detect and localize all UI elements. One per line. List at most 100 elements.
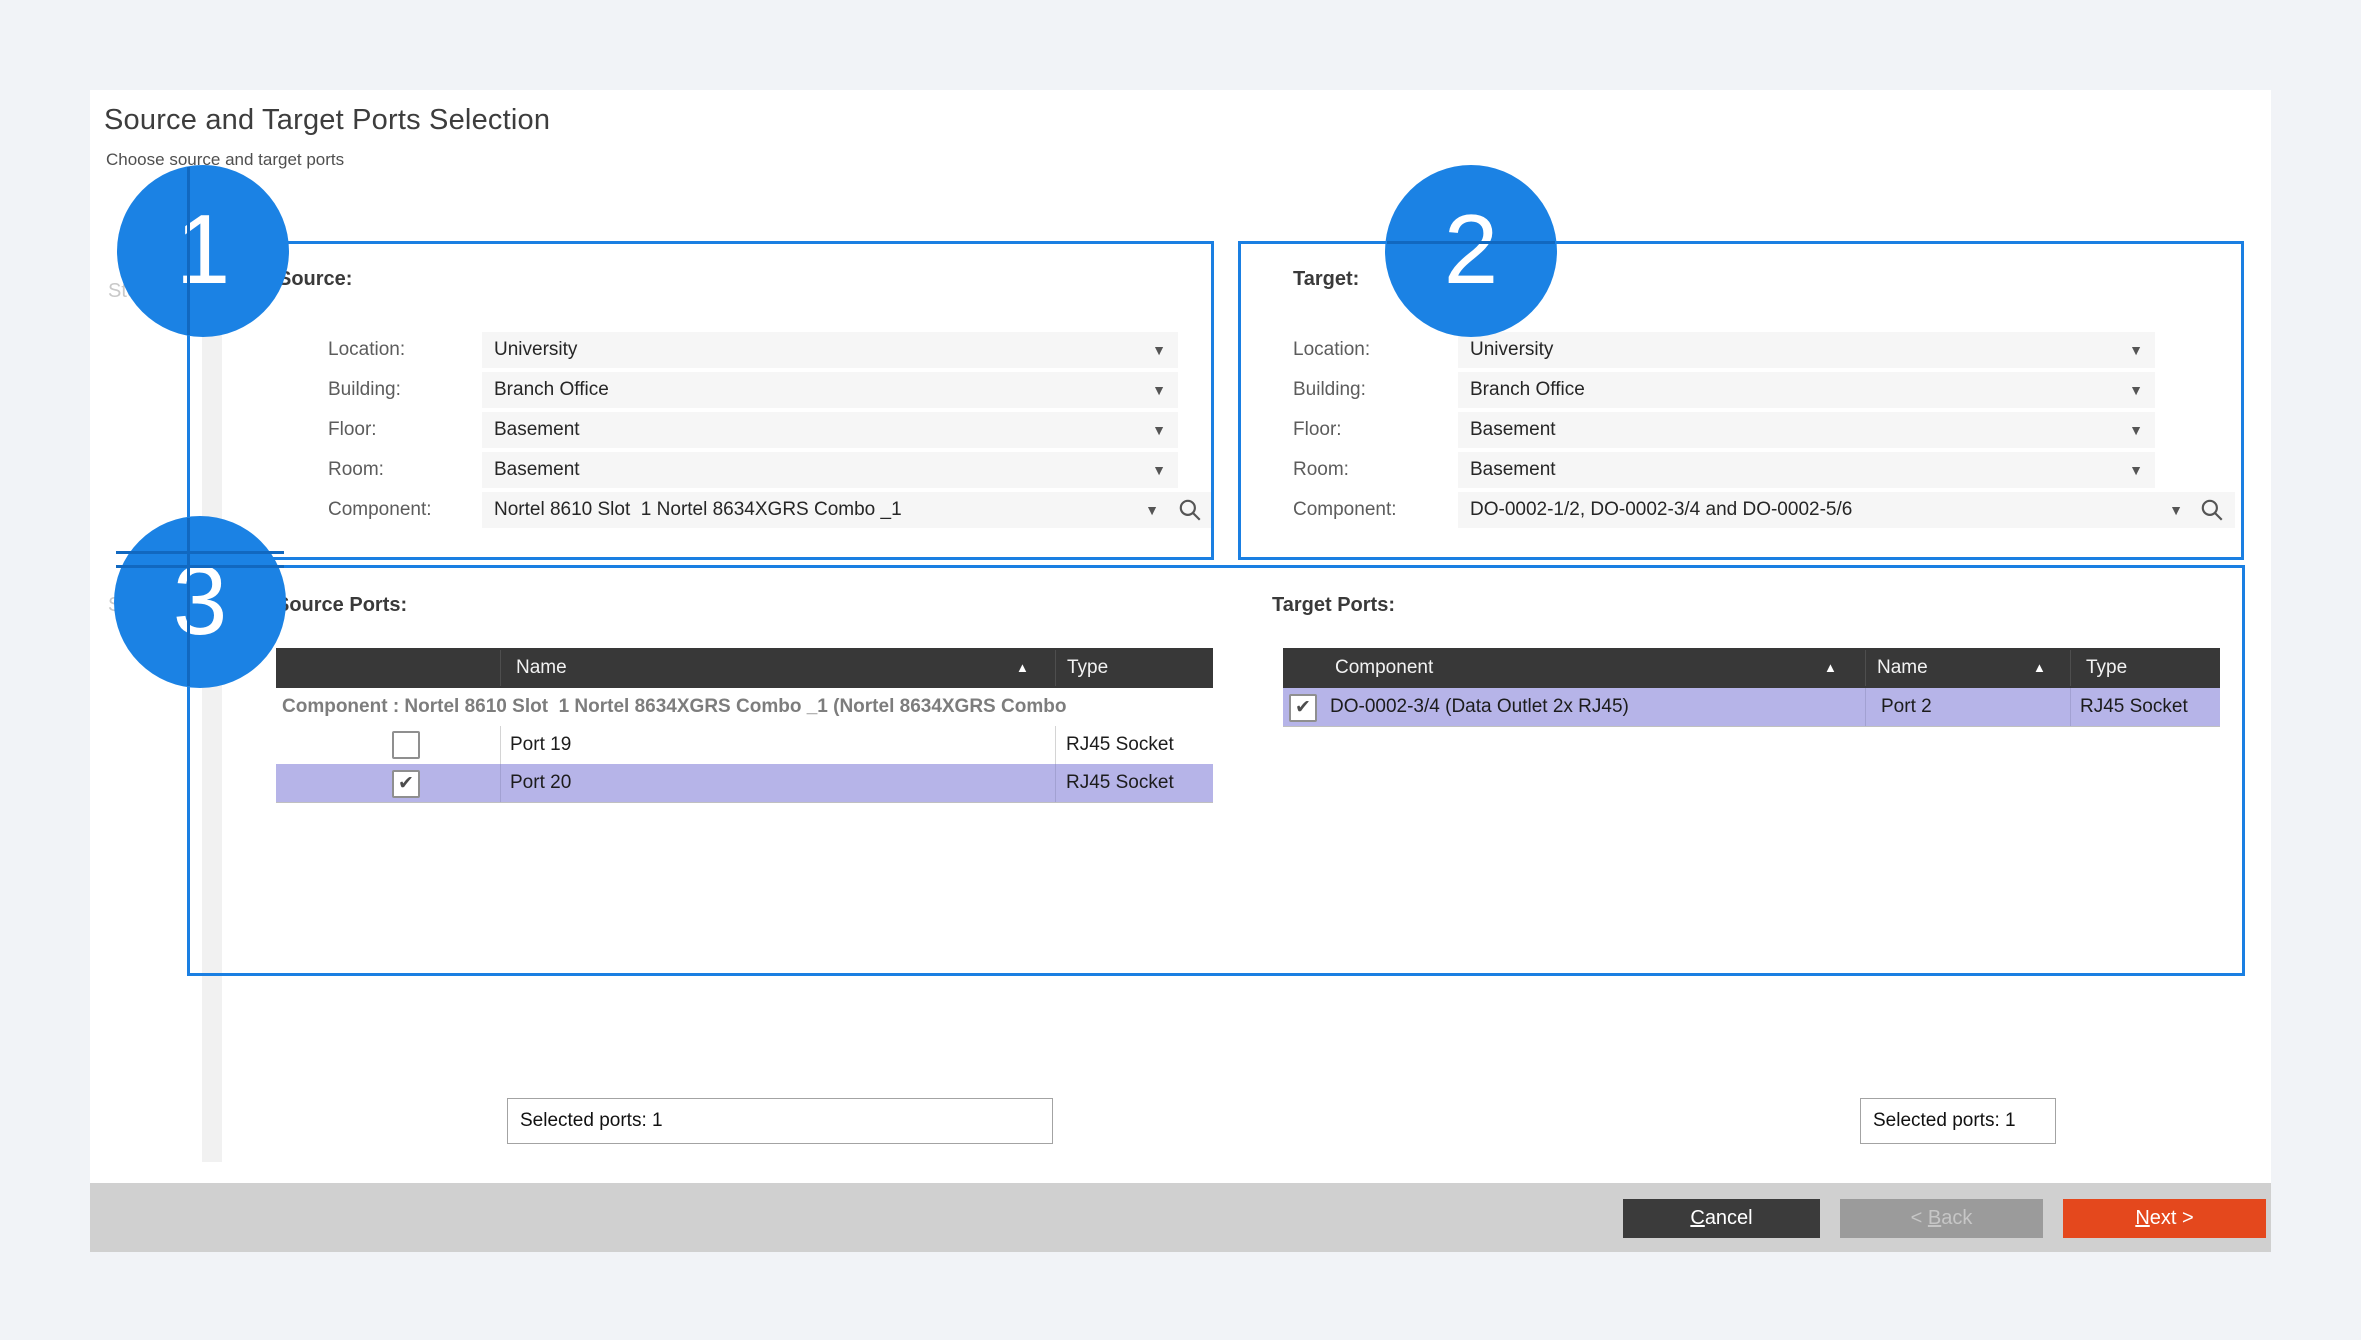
chevron-down-icon[interactable]: ▼ — [2129, 372, 2143, 408]
chevron-down-icon[interactable]: ▼ — [1152, 332, 1166, 368]
cancel-button[interactable]: Cancel — [1623, 1199, 1820, 1238]
source-ports-heading: Source Ports: — [276, 594, 407, 617]
source-location-dropdown[interactable]: University ▼ — [482, 332, 1178, 368]
source-room-label: Room: — [328, 452, 384, 488]
target-ports-table-header: Component ▲ Name ▲ Type — [1283, 648, 2220, 688]
source-floor-dropdown[interactable]: Basement ▼ — [482, 412, 1178, 448]
table-bottom-border — [1283, 726, 2220, 727]
panel-border-overlay — [187, 167, 190, 335]
checkbox-checked[interactable]: ✔ — [392, 770, 420, 798]
target-component-label: Component: — [1293, 492, 1397, 528]
component-group-row: Component : Nortel 8610 Slot 1 Nortel 86… — [276, 688, 1213, 727]
source-selected-ports-box: Selected ports: 1 — [507, 1098, 1053, 1144]
chevron-down-icon[interactable]: ▼ — [2129, 412, 2143, 448]
chevron-down-icon[interactable]: ▼ — [1152, 412, 1166, 448]
chevron-down-icon[interactable]: ▼ — [1152, 452, 1166, 488]
target-location-label: Location: — [1293, 332, 1370, 368]
chevron-down-icon[interactable]: ▼ — [2129, 452, 2143, 488]
source-component-dropdown[interactable]: Nortel 8610 Slot 1 Nortel 8634XGRS Combo… — [482, 492, 1211, 528]
port-type-cell: RJ45 Socket — [1066, 726, 1174, 764]
search-icon[interactable] — [2199, 497, 2225, 523]
source-building-value: Branch Office — [494, 372, 609, 408]
port-type-cell: RJ45 Socket — [1066, 764, 1174, 802]
callout-1-badge: 1 — [117, 165, 289, 337]
target-heading: Target: — [1293, 268, 1359, 291]
chevron-down-icon[interactable]: ▼ — [2169, 492, 2183, 528]
checkbox-unchecked[interactable]: ✔ — [392, 731, 420, 759]
column-divider — [1055, 650, 1056, 686]
column-header-name[interactable]: Name — [1877, 648, 1928, 688]
column-divider — [1865, 650, 1866, 686]
back-button[interactable]: < Back — [1840, 1199, 2043, 1238]
source-location-label: Location: — [328, 332, 405, 368]
target-room-label: Room: — [1293, 452, 1349, 488]
source-component-value: Nortel 8610 Slot 1 Nortel 8634XGRS Combo… — [494, 492, 902, 528]
column-divider — [1055, 764, 1056, 802]
target-component-value: DO-0002-1/2, DO-0002-3/4 and DO-0002-5/6 — [1470, 492, 1852, 528]
target-room-dropdown[interactable]: Basement ▼ — [1458, 452, 2155, 488]
column-divider — [2070, 688, 2071, 726]
source-room-dropdown[interactable]: Basement ▼ — [482, 452, 1178, 488]
callout-3-badge: 3 — [114, 516, 286, 688]
source-component-label: Component: — [328, 492, 432, 528]
target-selected-ports-box: Selected ports: 1 — [1860, 1098, 2056, 1144]
target-building-label: Building: — [1293, 372, 1366, 408]
port-name-cell: Port 20 — [510, 764, 571, 802]
next-button[interactable]: Next > — [2063, 1199, 2266, 1238]
wizard-window: Source and Target Ports Selection Choose… — [0, 0, 2361, 1340]
column-header-type[interactable]: Type — [2086, 648, 2127, 688]
table-bottom-border — [276, 802, 1213, 803]
sort-ascending-icon[interactable]: ▲ — [2033, 648, 2046, 688]
column-header-type[interactable]: Type — [1067, 648, 1108, 688]
panel-border-overlay — [1387, 241, 1555, 244]
search-icon[interactable] — [1177, 497, 1203, 523]
source-floor-label: Floor: — [328, 412, 377, 448]
target-ports-heading: Target Ports: — [1272, 594, 1395, 617]
table-row-port-20-selected[interactable]: ✔ Port 20 RJ45 Socket — [276, 764, 1213, 802]
target-building-dropdown[interactable]: Branch Office ▼ — [1458, 372, 2155, 408]
column-divider — [500, 726, 501, 764]
chevron-down-icon[interactable]: ▼ — [1152, 372, 1166, 408]
source-floor-value: Basement — [494, 412, 580, 448]
source-heading: Source: — [278, 268, 352, 291]
source-location-value: University — [494, 332, 577, 368]
sort-ascending-icon[interactable]: ▲ — [1016, 648, 1029, 688]
column-divider — [500, 764, 501, 802]
target-floor-value: Basement — [1470, 412, 1556, 448]
panel-border-overlay — [187, 518, 190, 686]
source-room-value: Basement — [494, 452, 580, 488]
page-title: Source and Target Ports Selection — [104, 104, 550, 137]
port-name-cell: Port 2 — [1881, 688, 1932, 726]
table-row-port-19[interactable]: ✔ Port 19 RJ45 Socket — [276, 726, 1213, 765]
source-ports-table-header: Name ▲ Type — [276, 648, 1213, 688]
column-header-name[interactable]: Name — [516, 648, 567, 688]
target-building-value: Branch Office — [1470, 372, 1585, 408]
column-divider — [1865, 688, 1866, 726]
target-selected-ports-text: Selected ports: 1 — [1873, 1099, 2016, 1143]
port-name-cell: Port 19 — [510, 726, 571, 764]
port-type-cell: RJ45 Socket — [2080, 688, 2188, 726]
checkbox-checked[interactable]: ✔ — [1289, 694, 1317, 722]
source-selected-ports-text: Selected ports: 1 — [520, 1099, 663, 1143]
component-group-label: Component : Nortel 8610 Slot 1 Nortel 86… — [282, 688, 1211, 726]
source-building-label: Building: — [328, 372, 401, 408]
target-component-dropdown[interactable]: DO-0002-1/2, DO-0002-3/4 and DO-0002-5/6… — [1458, 492, 2235, 528]
column-divider — [1055, 726, 1056, 764]
target-floor-dropdown[interactable]: Basement ▼ — [1458, 412, 2155, 448]
target-room-value: Basement — [1470, 452, 1556, 488]
callout-2-badge: 2 — [1385, 165, 1557, 337]
chevron-down-icon[interactable]: ▼ — [2129, 332, 2143, 368]
target-floor-label: Floor: — [1293, 412, 1342, 448]
target-location-dropdown[interactable]: University ▼ — [1458, 332, 2155, 368]
panel-border-overlay — [116, 551, 284, 554]
port-component-cell: DO-0002-3/4 (Data Outlet 2x RJ45) — [1330, 688, 1629, 726]
table-row-do-0002-selected[interactable]: ✔ DO-0002-3/4 (Data Outlet 2x RJ45) Port… — [1283, 688, 2220, 726]
target-location-value: University — [1470, 332, 1553, 368]
column-header-component[interactable]: Component — [1335, 648, 1433, 688]
source-building-dropdown[interactable]: Branch Office ▼ — [482, 372, 1178, 408]
column-divider — [2070, 650, 2071, 686]
panel-border-overlay — [116, 565, 284, 568]
column-divider — [500, 650, 501, 686]
chevron-down-icon[interactable]: ▼ — [1145, 492, 1159, 528]
sort-ascending-icon[interactable]: ▲ — [1824, 648, 1837, 688]
